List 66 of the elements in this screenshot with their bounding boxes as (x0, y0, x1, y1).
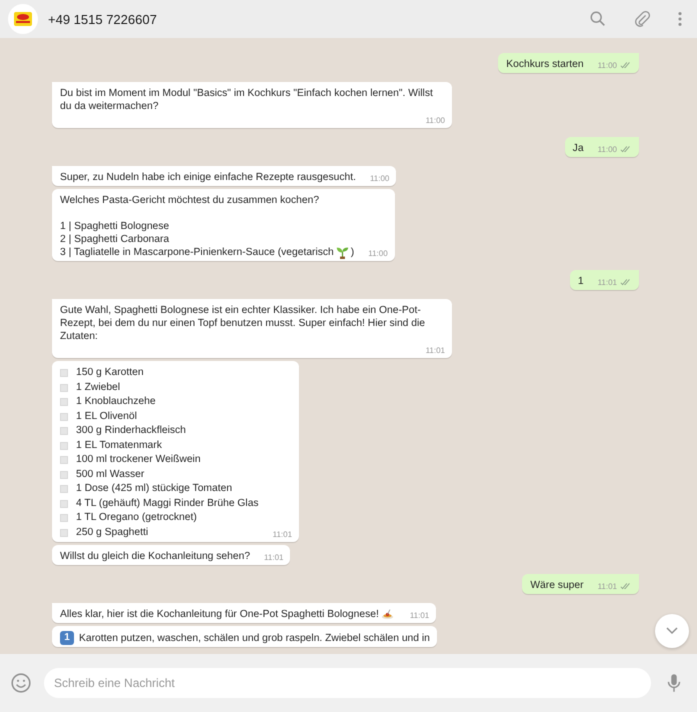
smiley-icon[interactable] (10, 672, 32, 694)
message-text: Gute Wahl, Spaghetti Bolognese ist ein echter Klassiker. Ich habe ein One-Pot-Rezept, bei dem du nur einen Topf benutzen musst. Super einfach! Hier sind die Zutaten: (60, 304, 426, 343)
avatar-logo-icon[interactable] (8, 4, 38, 34)
double-check-icon (620, 61, 632, 69)
ingredient-text: 1 Dose (425 ml) stückige Tomaten (76, 482, 232, 496)
list-bullet-icon (60, 500, 68, 508)
spaghetti-plate-icon (380, 608, 394, 621)
message-time: 11:01 (272, 530, 292, 538)
ingredient-text: 1 Knoblauchzehe (76, 395, 156, 409)
list-bullet-icon (60, 470, 68, 479)
message-time: 11:00 (370, 174, 390, 182)
message-text: Du bist im Moment im Modul "Basics" im Kochkurs "Einfach kochen lernen". Willst du da weitermachen? (60, 87, 434, 113)
message-time: 11:01 (410, 610, 430, 620)
list-bullet-icon (60, 369, 68, 378)
ingredient-text: 500 ml Wasser (76, 468, 144, 482)
ingredient-text: 1 Zwiebel (76, 380, 120, 394)
list-bullet-icon (60, 514, 68, 522)
chevron-down-icon (666, 627, 678, 635)
ingredient-text: 1 TL Oregano (getrocknet) (76, 511, 197, 525)
list-bullet-icon (60, 412, 68, 421)
seedling-icon (336, 246, 349, 259)
message-text: Wäre super (530, 579, 584, 592)
message-time: 11:00 (598, 60, 617, 70)
ingredient-text: 250 g Spaghetti (76, 526, 148, 540)
message-line: 1 | Spaghetti Bolognese (60, 220, 170, 233)
message-time: 11:01 (264, 552, 284, 562)
list-bullet-icon (60, 384, 68, 392)
list-bullet-icon (60, 427, 68, 436)
message-input-field[interactable]: Schreib eine Nachricht (44, 668, 651, 698)
scroll-down-button[interactable] (655, 614, 689, 648)
list-bullet-icon (60, 398, 68, 406)
message-line: 3 | Tagliatelle in Mascarpone-Pinienkern-Sauce (vegetarisch (60, 246, 334, 259)
ingredient-text: 150 g Karotten (76, 366, 144, 380)
message-time: 11:01 (426, 346, 445, 354)
menu-icon[interactable] (677, 10, 683, 28)
message-text: 1 (578, 275, 584, 288)
double-check-icon (620, 582, 632, 590)
paperclip-icon[interactable] (633, 10, 651, 28)
message-text: Willst du gleich die Kochanleitung sehen? (60, 550, 250, 563)
message-text: Karotten putzen, waschen, schälen und grob raspeln. Zwiebel schälen und in (79, 632, 430, 644)
message-text: Welches Pasta-Gericht möchtest du zusammen kochen? (60, 194, 320, 207)
step-number-badge: 1 (60, 631, 74, 645)
ingredient-text: 1 EL Olivenöl (76, 410, 137, 424)
ingredient-text: 4 TL (gehäuft) Maggi Rinder Brühe Glas (76, 496, 259, 510)
ingredient-text: 300 g Rinderhackfleisch (76, 424, 186, 438)
list-bullet-icon (60, 456, 68, 464)
list-bullet-icon (60, 485, 68, 494)
list-bullet-icon (60, 528, 68, 537)
message-time: 11:00 (598, 144, 617, 154)
message-time: 11:01 (598, 582, 617, 590)
message-time: 11:00 (368, 248, 388, 258)
ingredient-text: 100 ml trockener Weißwein (76, 453, 201, 467)
double-check-icon (620, 145, 632, 153)
double-check-icon (620, 278, 632, 286)
message-text: Ja (572, 142, 584, 155)
message-text: Kochkurs starten (506, 58, 584, 71)
search-icon[interactable] (589, 10, 607, 28)
message-text: Super, zu Nudeln habe ich einige einfache Rezepte rausgesucht. (60, 171, 356, 184)
list-bullet-icon (60, 442, 68, 450)
contact-phone-number: +49 1515 7226607 (48, 12, 157, 26)
message-line: 2 | Spaghetti Carbonara (60, 233, 170, 246)
message-time: 11:00 (426, 116, 445, 124)
ingredient-text: 1 EL Tomatenmark (76, 438, 162, 452)
message-text: ) (350, 246, 354, 259)
message-time: 11:01 (598, 278, 617, 286)
message-text: Alles klar, hier ist die Kochanleitung für One-Pot Spaghetti Bolognese! (60, 608, 379, 621)
